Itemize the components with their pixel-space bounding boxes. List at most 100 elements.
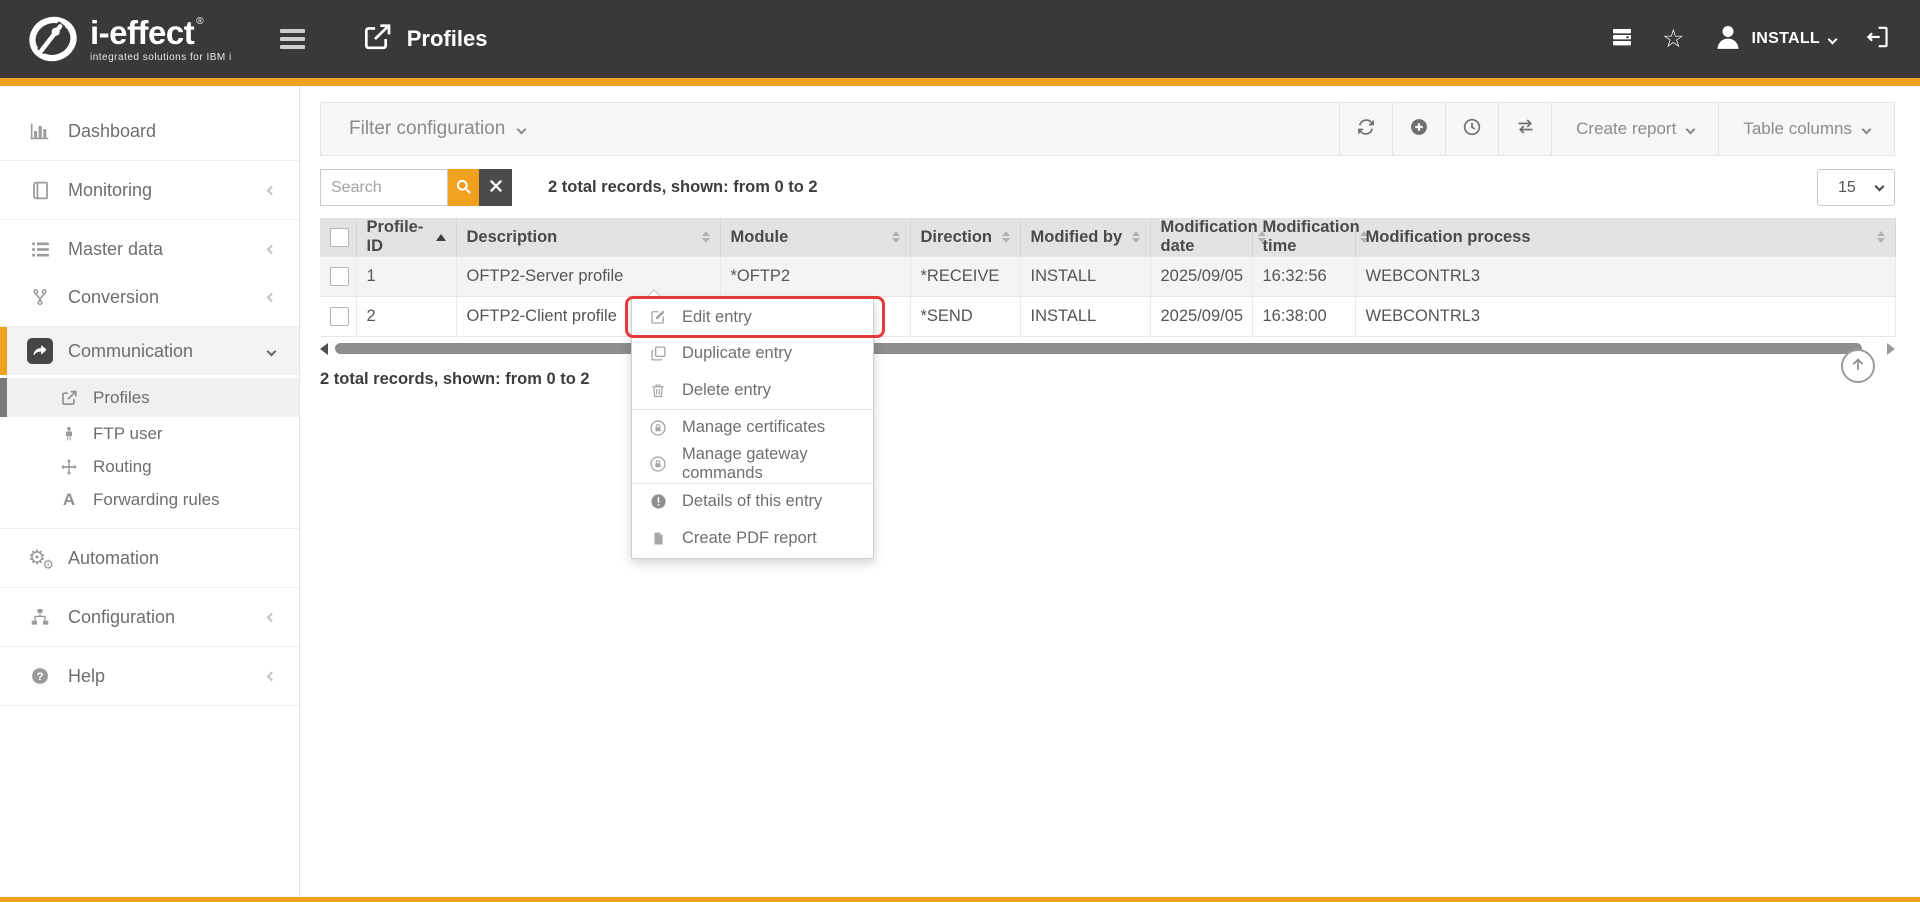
cell-modification-date: 2025/09/05 [1150, 297, 1252, 337]
sidebar-item-label: Conversion [68, 287, 159, 308]
column-header-modification-date[interactable]: Modification date [1150, 218, 1252, 257]
column-header-direction[interactable]: Direction [910, 218, 1020, 257]
file-icon [649, 530, 667, 547]
cell-modification-process: WEBCONTRL3 [1355, 257, 1895, 297]
menu-item-edit-entry[interactable]: Edit entry [632, 299, 873, 336]
table-row[interactable]: 2 OFTP2-Client profile *SEND INSTALL 202… [320, 297, 1895, 337]
column-label: Profile-ID [367, 218, 436, 256]
edit-icon [649, 308, 667, 326]
sidebar-item-profiles[interactable]: Profiles [0, 378, 299, 417]
chevron-left-icon [267, 185, 277, 195]
search-input[interactable] [320, 169, 448, 206]
page-size-select[interactable]: 15 [1817, 169, 1895, 206]
menu-item-label: Edit entry [682, 308, 752, 327]
sidebar-item-dashboard[interactable]: Dashboard [0, 107, 299, 155]
menu-toggle-button[interactable] [280, 29, 305, 49]
sidebar-item-forwarding-rules[interactable]: A Forwarding rules [0, 483, 299, 516]
menu-item-label: Create PDF report [682, 529, 817, 548]
cell-direction: *RECEIVE [910, 257, 1020, 297]
sidebar-item-configuration[interactable]: Configuration [0, 593, 299, 641]
scroll-to-top-button[interactable] [1841, 349, 1875, 383]
logout-icon[interactable] [1864, 24, 1890, 55]
cell-module: *OFTP2 [720, 257, 910, 297]
sidebar-item-monitoring[interactable]: Monitoring [0, 166, 299, 214]
cell-modification-time: 16:32:56 [1252, 257, 1355, 297]
row-checkbox[interactable] [330, 267, 349, 286]
records-summary-bottom: 2 total records, shown: from 0 to 2 [320, 370, 1895, 389]
registered-mark: ® [196, 17, 203, 27]
menu-item-manage-gateway-commands[interactable]: Manage gateway commands [632, 446, 873, 483]
bar-chart-icon [26, 120, 54, 142]
column-label: Description [467, 228, 558, 247]
chevron-left-icon [267, 292, 277, 302]
chevron-left-icon [267, 244, 277, 254]
sidebar-item-label: Communication [68, 341, 193, 362]
sidebar-item-help[interactable]: ? Help [0, 652, 299, 700]
records-summary: 2 total records, shown: from 0 to 2 [548, 178, 818, 197]
filter-configuration-dropdown[interactable]: Filter configuration [349, 103, 525, 155]
row-checkbox[interactable] [330, 307, 349, 326]
arrow-up-icon [1849, 355, 1867, 378]
sidebar-item-communication[interactable]: Communication [0, 327, 299, 375]
table-row[interactable]: 1 OFTP2-Server profile *OFTP2 *RECEIVE I… [320, 257, 1895, 297]
table-columns-dropdown[interactable]: Table columns [1718, 103, 1894, 155]
transfer-button[interactable] [1498, 103, 1551, 155]
list-icon [26, 239, 54, 260]
column-label: Modification date [1161, 218, 1258, 256]
scrollbar-thumb[interactable] [335, 343, 1862, 354]
sidebar-divider [0, 705, 299, 706]
clear-search-button[interactable] [479, 169, 512, 206]
scroll-right-arrow[interactable] [1887, 343, 1895, 355]
row-context-menu: Edit entry Duplicate entry Delete entry [631, 297, 874, 559]
user-menu[interactable]: INSTALL [1713, 22, 1836, 57]
sidebar-item-automation[interactable]: ⚙⚙ Automation [0, 534, 299, 582]
i-effect-logo[interactable]: i-effect ® integrated solutions for IBM … [26, 12, 232, 66]
page-title: Profiles [407, 26, 488, 52]
forward-icon: A [57, 491, 81, 508]
refresh-button[interactable] [1339, 103, 1392, 155]
sidebar-item-master-data[interactable]: Master data [0, 225, 299, 273]
column-label: Modification process [1366, 228, 1531, 247]
scroll-left-arrow[interactable] [320, 343, 328, 355]
column-header-module[interactable]: Module [720, 218, 910, 257]
filter-configuration-label: Filter configuration [349, 118, 505, 140]
column-header-modification-process[interactable]: Modification process [1355, 218, 1895, 257]
footer-accent-bar [0, 897, 1920, 902]
menu-item-details-of-entry[interactable]: Details of this entry [632, 484, 873, 521]
sidebar-item-label: FTP user [93, 424, 163, 444]
profiles-page-icon [361, 21, 393, 58]
sidebar-item-label: Monitoring [68, 180, 152, 201]
sidebar-item-routing[interactable]: Routing [0, 450, 299, 483]
add-entry-button[interactable] [1392, 103, 1445, 155]
cell-modification-date: 2025/09/05 [1150, 257, 1252, 297]
cell-modified-by: INSTALL [1020, 297, 1150, 337]
user-name: INSTALL [1752, 30, 1820, 48]
menu-item-label: Details of this entry [682, 492, 822, 511]
sidebar-item-conversion[interactable]: Conversion [0, 273, 299, 321]
sidebar-item-ftp-user[interactable]: FTP user [0, 417, 299, 450]
menu-item-delete-entry[interactable]: Delete entry [632, 372, 873, 409]
search-button[interactable] [448, 169, 479, 206]
menu-item-duplicate-entry[interactable]: Duplicate entry [632, 336, 873, 373]
create-report-label: Create report [1576, 119, 1676, 139]
menu-item-create-pdf-report[interactable]: Create PDF report [632, 520, 873, 557]
create-report-dropdown[interactable]: Create report [1551, 103, 1718, 155]
sidebar: Dashboard Monitoring Mas [0, 86, 300, 897]
server-icon[interactable] [1610, 25, 1634, 54]
popover-caret [645, 289, 663, 298]
column-header-profile-id[interactable]: Profile-ID [356, 218, 456, 257]
magnifier-icon [455, 178, 472, 198]
horizontal-scrollbar [320, 342, 1895, 355]
column-header-description[interactable]: Description [456, 218, 720, 257]
column-label: Direction [921, 228, 993, 247]
menu-item-manage-certificates[interactable]: Manage certificates [632, 410, 873, 447]
row-checkbox-cell [320, 257, 356, 297]
svg-text:?: ? [37, 671, 44, 683]
column-header-modification-time[interactable]: Modification time [1252, 218, 1355, 257]
select-all-checkbox[interactable] [330, 228, 349, 247]
sort-icons [702, 231, 710, 243]
history-button[interactable] [1445, 103, 1498, 155]
sort-icons [1877, 231, 1885, 243]
column-header-modified-by[interactable]: Modified by [1020, 218, 1150, 257]
favorites-star-icon[interactable]: ☆ [1662, 27, 1684, 52]
